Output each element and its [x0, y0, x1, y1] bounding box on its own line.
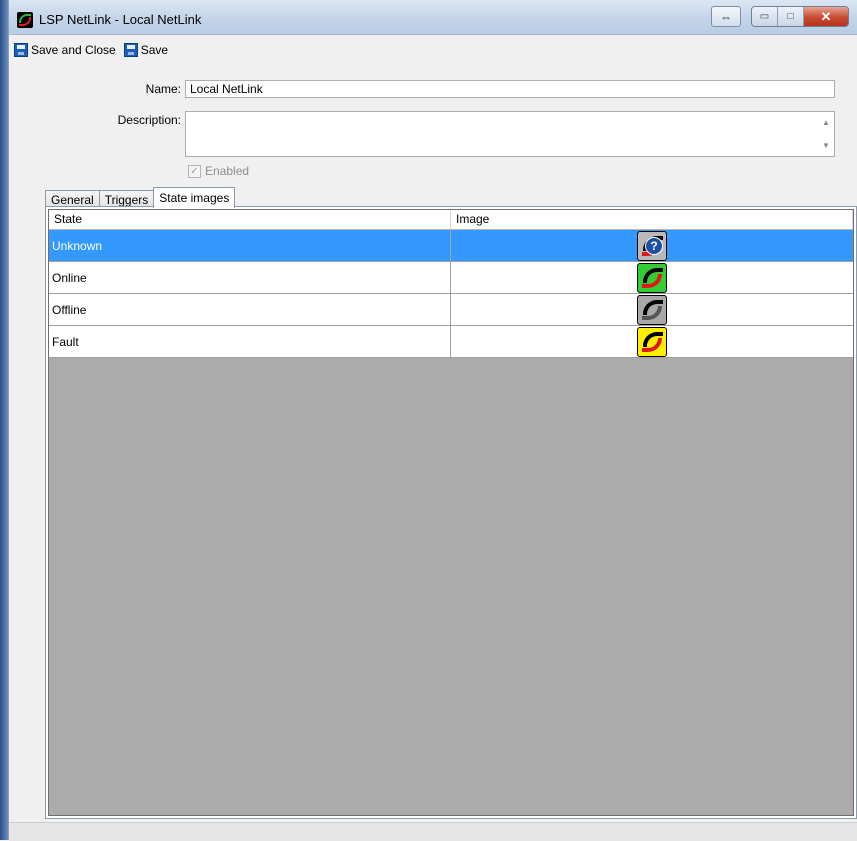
- close-button[interactable]: ✕: [804, 7, 848, 26]
- save-and-close-label: Save and Close: [31, 43, 116, 57]
- toolbar: Save and Close Save: [9, 40, 170, 60]
- snap-icon[interactable]: ⇔: [711, 6, 741, 27]
- description-scrollbar[interactable]: ▲ ▼: [817, 112, 834, 156]
- netlink-window: LSP NetLink - Local NetLink ⇔ ▭ □ ✕ Save…: [8, 0, 857, 841]
- enabled-checkbox-row[interactable]: ✓ Enabled: [188, 164, 249, 178]
- window-title: LSP NetLink - Local NetLink: [39, 12, 202, 27]
- column-header-image[interactable]: Image: [451, 210, 853, 229]
- app-icon: [17, 12, 33, 28]
- state-images-grid[interactable]: State Image Unknown ? Online Offline Fau…: [48, 209, 854, 816]
- name-input[interactable]: [185, 80, 835, 98]
- online-state-icon: [637, 262, 667, 293]
- state-cell: Fault: [49, 326, 451, 357]
- name-label: Name:: [145, 82, 181, 96]
- maximize-button[interactable]: □: [778, 7, 804, 26]
- save-icon: [14, 43, 28, 57]
- column-header-state[interactable]: State: [49, 210, 451, 229]
- image-cell[interactable]: ?: [451, 230, 853, 261]
- unknown-state-icon: ?: [637, 230, 667, 261]
- save-button[interactable]: Save: [122, 42, 170, 58]
- state-cell: Offline: [49, 294, 451, 325]
- save-icon: [123, 43, 138, 57]
- image-cell[interactable]: [451, 326, 853, 357]
- window-bottom-edge: [9, 822, 857, 841]
- state-images-panel: State Image Unknown ? Online Offline Fau…: [45, 206, 857, 819]
- window-controls: ⇔ ▭ □ ✕: [711, 6, 849, 27]
- image-cell[interactable]: [451, 262, 853, 293]
- desktop-edge: [0, 0, 8, 840]
- description-label: Description:: [117, 113, 181, 127]
- save-label: Save: [140, 43, 169, 57]
- table-row[interactable]: Offline: [49, 294, 853, 326]
- state-cell: Unknown: [49, 230, 451, 261]
- title-bar[interactable]: LSP NetLink - Local NetLink ⇔ ▭ □ ✕: [9, 0, 857, 35]
- table-row[interactable]: Online: [49, 262, 853, 294]
- fault-state-icon: [637, 326, 667, 357]
- enabled-checkbox[interactable]: ✓: [188, 164, 201, 178]
- scroll-down-icon[interactable]: ▼: [822, 141, 830, 150]
- image-cell[interactable]: [451, 294, 853, 325]
- table-row[interactable]: Fault: [49, 326, 853, 358]
- scroll-up-icon[interactable]: ▲: [822, 118, 830, 127]
- minimize-button[interactable]: ▭: [752, 7, 778, 26]
- tab-strip: General Triggers State images: [45, 187, 236, 208]
- description-input[interactable]: ▲ ▼: [185, 111, 835, 157]
- offline-state-icon: [637, 294, 667, 325]
- state-cell: Online: [49, 262, 451, 293]
- enabled-label: Enabled: [205, 164, 250, 178]
- caption-buttons: ▭ □ ✕: [751, 6, 849, 27]
- table-row[interactable]: Unknown ?: [49, 230, 853, 262]
- save-and-close-button[interactable]: Save and Close: [12, 42, 118, 58]
- tab-state-images[interactable]: State images: [153, 187, 236, 208]
- grid-header: State Image: [49, 210, 853, 230]
